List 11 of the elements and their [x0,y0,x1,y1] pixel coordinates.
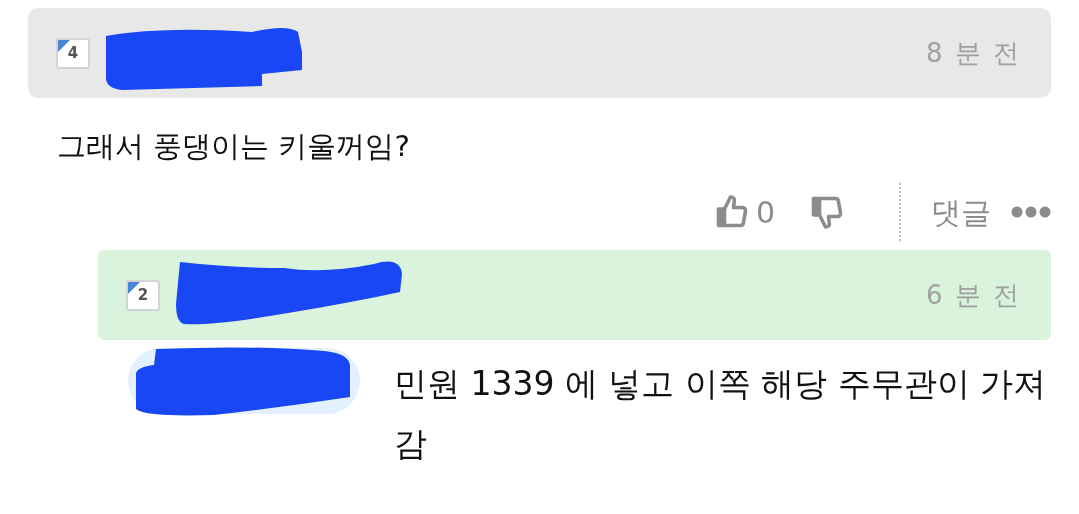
comment-text: 그래서 풍댕이는 키울꺼임? [57,128,411,165]
level-badge: 2 [126,279,160,311]
timestamp: 6 분 전 [925,278,1021,312]
like-button[interactable]: 0 [713,189,775,235]
more-icon [1011,206,1051,218]
dislike-button[interactable] [809,194,845,230]
level-badge: 4 [56,37,90,69]
thumbs-down-icon [809,194,845,230]
timestamp: 8 분 전 [925,36,1021,70]
reply-button[interactable]: 댓글 [931,189,991,235]
reply-text: 민원 1339 에 넣고 이쪽 해당 주무관이 가져감 [394,363,1048,465]
